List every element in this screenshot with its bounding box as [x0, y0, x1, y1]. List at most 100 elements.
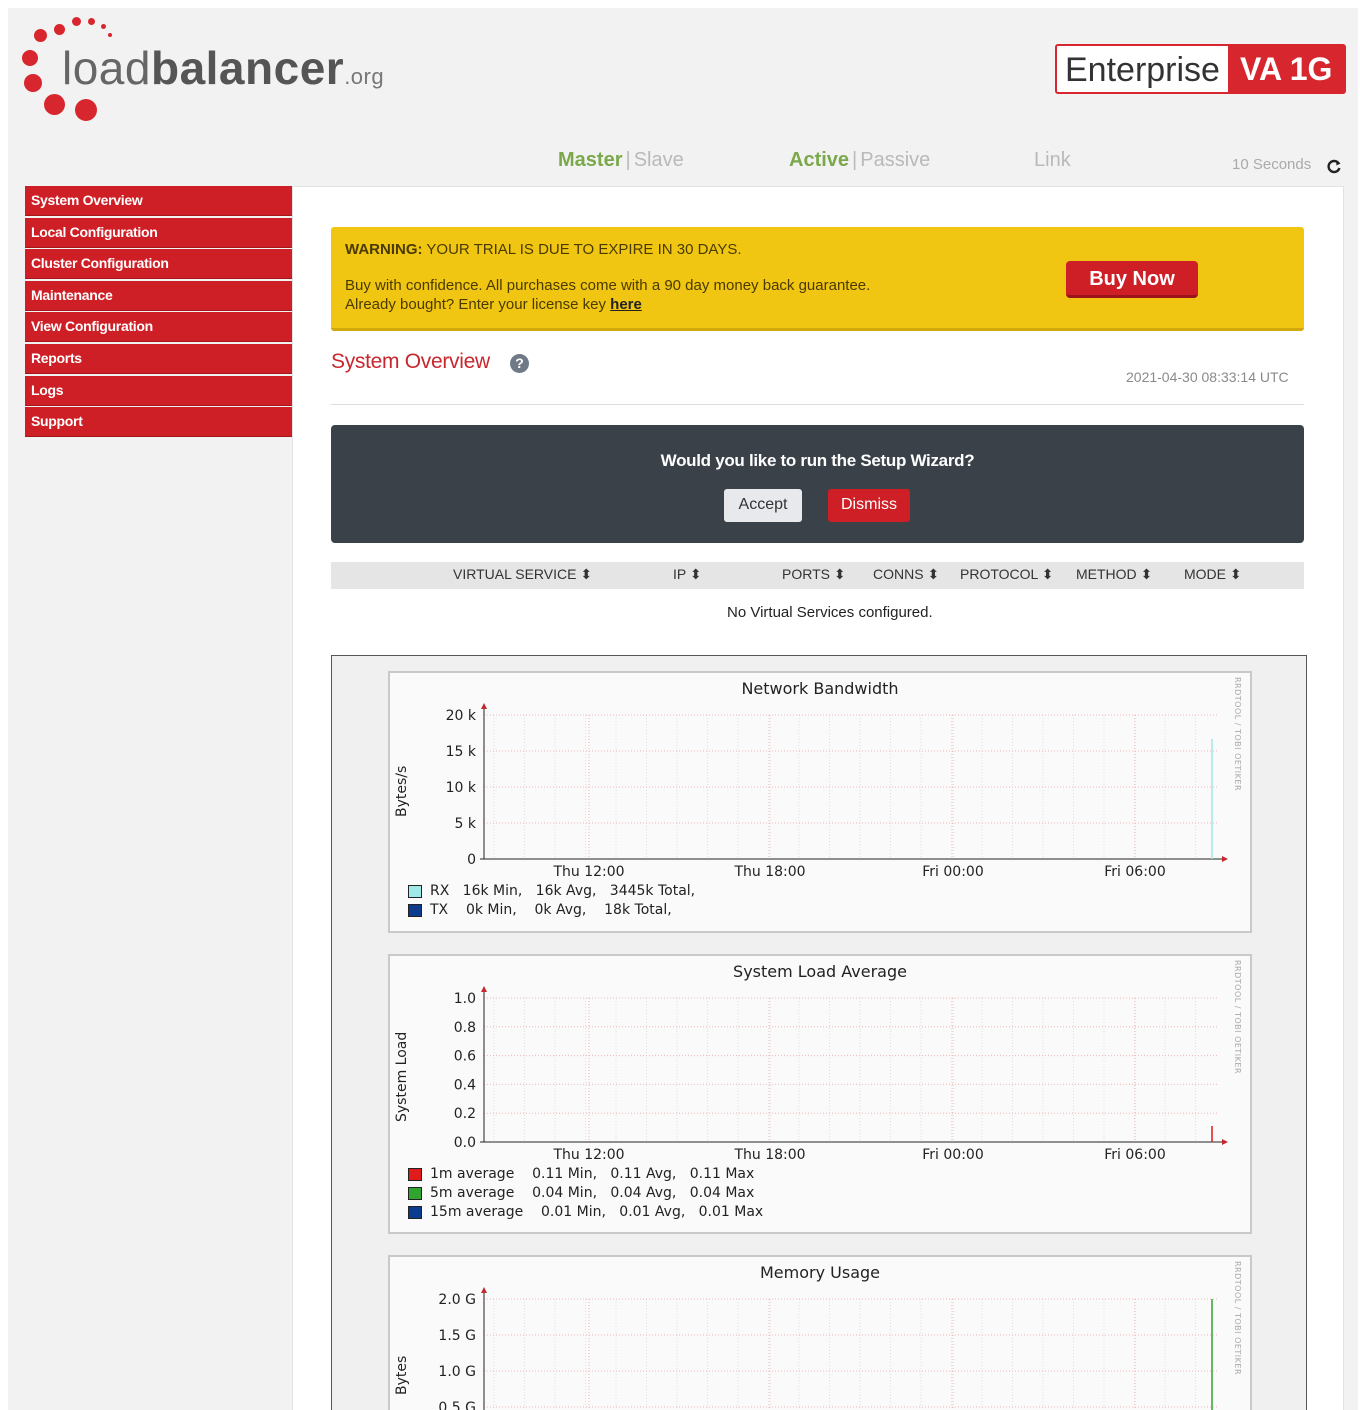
cluster-role-status[interactable]: Master | Slave [558, 149, 684, 172]
y-axis-arrow [481, 703, 487, 709]
legend-row-15m: 15m average 0.01 Min, 0.01 Avg, 0.01 Max [408, 1204, 763, 1222]
y-tick-label: 5 k [455, 816, 477, 832]
trial-license-text: Already bought? Enter your license key h… [345, 296, 642, 313]
sidebar-item-cluster-configuration[interactable]: Cluster Configuration [25, 249, 292, 280]
column-header-protocol[interactable]: PROTOCOL ⬍ [960, 566, 1053, 583]
logo-dot [101, 24, 106, 29]
sidebar-nav: System Overview Local Configuration Clus… [25, 186, 292, 439]
setup-wizard-question: Would you like to run the Setup Wizard? [660, 451, 975, 470]
y-tick-label: 1.0 G [438, 1364, 476, 1380]
sort-icon: ⬍ [689, 566, 702, 582]
sidebar-item-reports[interactable]: Reports [25, 343, 292, 374]
column-header-conns[interactable]: CONNS ⬍ [873, 566, 939, 583]
trial-warning-message: YOUR TRIAL IS DUE TO EXPIRE IN 30 DAYS. [422, 241, 742, 258]
y-tick-label: 1.0 [454, 991, 476, 1007]
sidebar-item-local-configuration[interactable]: Local Configuration [25, 217, 292, 248]
logo-dot [22, 50, 38, 66]
column-header-mode[interactable]: MODE ⬍ [1184, 566, 1242, 583]
sidebar-item-logs[interactable]: Logs [25, 375, 292, 406]
y-tick-label: 0.0 [454, 1135, 476, 1151]
dismiss-button[interactable]: Dismiss [828, 489, 910, 522]
logo[interactable]: loadbalancer.org [20, 14, 400, 124]
legend-text: TX 0k Min, 0k Avg, 18k Total, [430, 902, 672, 918]
status-slave: Slave [633, 149, 684, 171]
legend-row-1m: 1m average 0.11 Min, 0.11 Avg, 0.11 Max [408, 1166, 754, 1184]
legend-row-tx: TX 0k Min, 0k Avg, 18k Total, [408, 902, 672, 920]
column-label: PORTS [782, 566, 830, 582]
logo-dot [54, 24, 65, 35]
logo-text-light: load [62, 42, 151, 94]
x-tick-label: Fri 00:00 [922, 864, 983, 880]
status-link: Link [1034, 149, 1071, 171]
y-axis-arrow [481, 1287, 487, 1293]
title-divider [331, 404, 1304, 405]
legend-text: 5m average 0.04 Min, 0.04 Avg, 0.04 Max [430, 1185, 755, 1201]
setup-wizard-prompt: Would you like to run the Setup Wizard? … [331, 425, 1304, 543]
y-tick-label: 20 k [446, 708, 477, 724]
refresh-icon[interactable] [1326, 158, 1342, 174]
logo-dot [88, 18, 95, 25]
edition-badge: Enterprise VA 1G [1055, 44, 1347, 94]
accept-button[interactable]: Accept [724, 489, 802, 522]
y-tick-label: 0 [467, 852, 476, 868]
y-tick-label: 15 k [446, 744, 477, 760]
trial-license-prompt: Already bought? Enter your license key [345, 296, 611, 313]
logo-wordmark: loadbalancer.org [62, 41, 384, 95]
column-header-method[interactable]: METHOD ⬍ [1076, 566, 1152, 583]
column-header-ip[interactable]: IP ⬍ [673, 566, 702, 583]
system-load-graph: System Load Average System Load RRDTOOL … [388, 954, 1252, 1234]
link-status[interactable]: Link [1034, 149, 1071, 172]
legend-swatch [408, 885, 422, 898]
refresh-interval[interactable]: 10 Seconds [1232, 156, 1311, 173]
trial-warning-text: WARNING: YOUR TRIAL IS DUE TO EXPIRE IN … [345, 241, 742, 258]
edition-model: VA 1G [1227, 46, 1345, 92]
legend-swatch [408, 904, 422, 917]
logo-dot [44, 94, 65, 115]
network-bandwidth-graph: Network Bandwidth Bytes/s RRDTOOL / TOBI… [388, 671, 1252, 933]
y-tick-label: 0.8 [454, 1020, 476, 1036]
logo-text-suffix: .org [344, 64, 385, 89]
status-passive: Passive [860, 149, 931, 171]
y-tick-label: 2.0 G [438, 1292, 476, 1308]
legend-swatch [408, 1187, 422, 1200]
logo-dot [75, 99, 97, 121]
legend-row-5m: 5m average 0.04 Min, 0.04 Avg, 0.04 Max [408, 1185, 754, 1203]
legend-row-rx: RX 16k Min, 16k Avg, 3445k Total, [408, 883, 695, 901]
graph-plot: 2.0 G 1.5 G 1.0 G 0.5 G [438, 1287, 1218, 1410]
sidebar-item-support[interactable]: Support [25, 407, 292, 438]
x-tick-label: Thu 18:00 [733, 1147, 805, 1163]
y-tick-label: 1.5 G [438, 1328, 476, 1344]
y-tick-label: 0.5 G [438, 1400, 476, 1410]
logo-dot [34, 29, 47, 42]
x-tick-label: Fri 06:00 [1104, 864, 1165, 880]
column-header-virtual-service[interactable]: VIRTUAL SERVICE ⬍ [453, 566, 592, 583]
column-label: MODE [1184, 566, 1226, 582]
logo-dot [72, 17, 81, 26]
logo-dot [108, 33, 112, 37]
status-separator: | [625, 149, 631, 171]
virtual-services-table-header: VIRTUAL SERVICE ⬍ IP ⬍ PORTS ⬍ CONNS ⬍ P… [331, 562, 1304, 589]
legend-swatch [408, 1168, 422, 1181]
sort-icon: ⬍ [1041, 566, 1054, 582]
column-header-ports[interactable]: PORTS ⬍ [782, 566, 846, 583]
y-tick-label: 0.6 [454, 1049, 476, 1065]
buy-now-button[interactable]: Buy Now [1066, 261, 1198, 298]
sort-icon: ⬍ [1229, 566, 1242, 582]
sidebar-item-view-configuration[interactable]: View Configuration [25, 312, 292, 343]
legend-swatch [408, 1206, 422, 1219]
sidebar-item-system-overview[interactable]: System Overview [25, 186, 292, 216]
page-title: System Overview [331, 350, 490, 373]
y-axis-arrow [481, 986, 487, 992]
y-tick-label: 10 k [446, 780, 477, 796]
column-label: CONNS [873, 566, 924, 582]
help-icon[interactable]: ? [510, 354, 529, 373]
x-axis-arrow [1222, 1139, 1228, 1145]
logo-text-bold: balancer [150, 42, 345, 94]
license-key-link[interactable]: here [610, 296, 642, 313]
y-tick-label: 0.2 [454, 1106, 476, 1122]
sidebar-item-maintenance[interactable]: Maintenance [25, 280, 292, 311]
x-tick-label: Thu 18:00 [733, 864, 805, 880]
ha-state-status[interactable]: Active | Passive [789, 149, 930, 172]
status-active: Active [789, 149, 850, 171]
column-label: VIRTUAL SERVICE [453, 566, 577, 582]
